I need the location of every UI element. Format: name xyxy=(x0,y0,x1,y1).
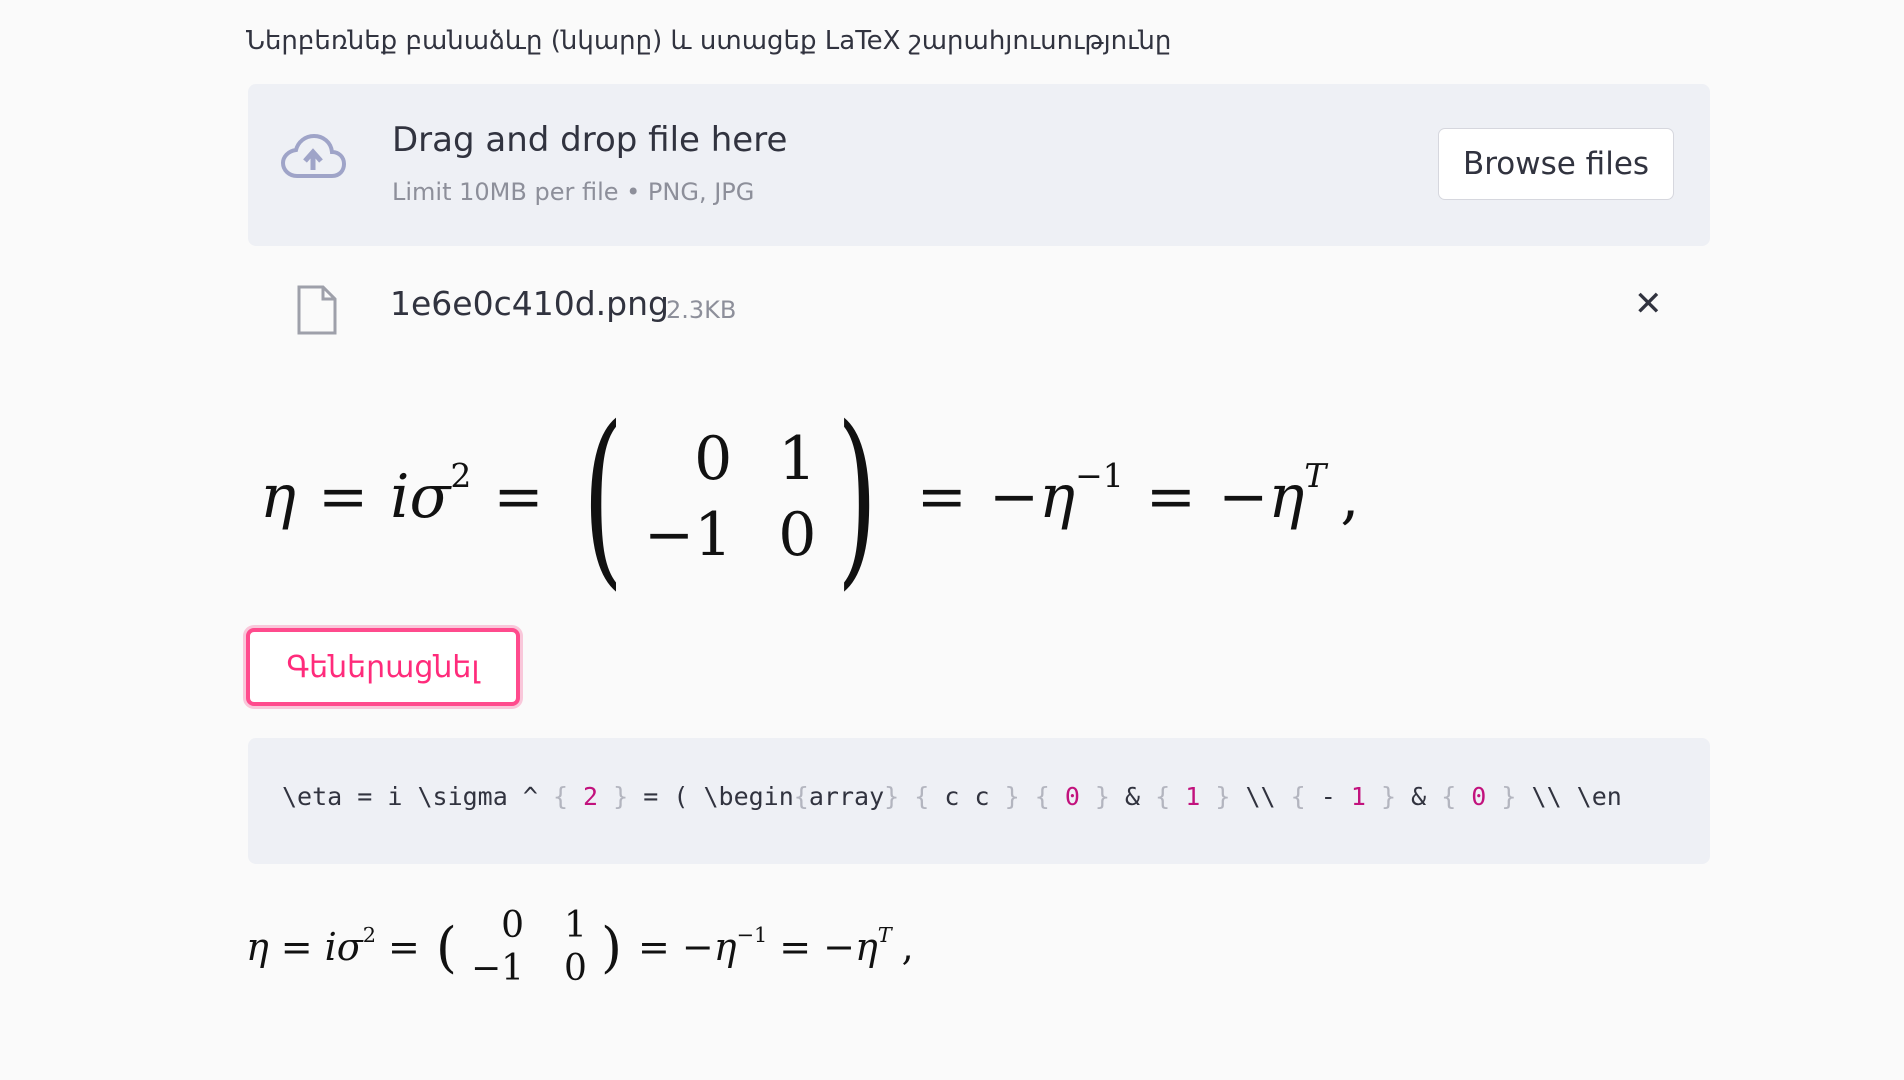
formula-transpose-exp: T xyxy=(877,923,892,947)
formula-equals: = xyxy=(388,925,420,969)
generate-button[interactable]: Գեներացնել xyxy=(246,628,520,706)
cloud-upload-icon xyxy=(280,133,346,178)
dropzone-subtitle: Limit 10MB per file • PNG, JPG xyxy=(392,178,755,206)
formula-eta: η xyxy=(246,925,269,969)
formula-matrix: 0 1 −1 0 xyxy=(644,424,817,570)
file-dropzone[interactable]: Drag and drop file here Limit 10MB per f… xyxy=(248,84,1710,246)
formula-eta: η xyxy=(260,462,296,532)
uploader-label: Ներբեռնեք բանաձևը (նկարը) և ստացեք LaTeX… xyxy=(246,26,1172,56)
formula-equals: = xyxy=(916,462,967,532)
formula-sigma: σ xyxy=(409,462,451,532)
matrix-cell: 0 xyxy=(501,905,525,946)
formula-comma: , xyxy=(901,925,914,969)
file-icon xyxy=(297,285,337,335)
latex-code: \eta = i \sigma ^ { 2 } = ( \begin{array… xyxy=(282,782,1622,811)
formula-minus-eta: −η xyxy=(988,462,1076,532)
rendered-formula: η = iσ2 = ( 0 1 −1 0 ) = −η −1 = −η T , xyxy=(246,892,914,1002)
matrix-cell: 0 xyxy=(564,948,587,989)
formula-inverse-exp: −1 xyxy=(736,923,768,947)
matrix-cell: 0 xyxy=(778,500,817,570)
file-name: 1e6e0c410d.png xyxy=(390,284,669,323)
formula-sigma: σ xyxy=(336,925,363,969)
formula-equals: = xyxy=(1145,462,1197,532)
formula-image: η = iσ2 = ( 0 1 −1 0 ) = −η −1 = −η T , xyxy=(260,402,1359,592)
matrix-cell: 0 xyxy=(694,424,733,494)
browse-files-button[interactable]: Browse files xyxy=(1438,128,1674,200)
formula-equals: = xyxy=(280,925,313,969)
file-size: 2.3KB xyxy=(666,296,737,324)
formula-equals: = xyxy=(779,925,812,969)
formula-left-paren: ( xyxy=(435,915,457,979)
formula-matrix: 0 1 −1 0 xyxy=(471,905,587,989)
close-icon[interactable]: ✕ xyxy=(1634,284,1663,324)
formula-comma: , xyxy=(1340,462,1360,532)
formula-transpose-exp: T xyxy=(1304,455,1327,495)
formula-sigma-exp: 2 xyxy=(450,455,472,495)
formula-sigma-exp: 2 xyxy=(362,923,377,947)
formula-minus-eta: −η xyxy=(1218,462,1305,532)
uploaded-file-row: 1e6e0c410d.png 2.3KB ✕ xyxy=(246,272,1710,342)
matrix-cell: −1 xyxy=(643,500,733,570)
latex-code-block[interactable]: \eta = i \sigma ^ { 2 } = ( \begin{array… xyxy=(248,738,1710,864)
dropzone-title: Drag and drop file here xyxy=(392,120,788,160)
formula-left-paren: ( xyxy=(582,386,624,607)
formula-inverse-exp: −1 xyxy=(1075,455,1124,495)
matrix-cell: 1 xyxy=(564,905,587,946)
formula-right-paren: ) xyxy=(600,915,623,979)
matrix-cell: 1 xyxy=(778,424,817,494)
formula-minus-eta: −η xyxy=(681,925,737,969)
formula-i: i xyxy=(324,925,337,969)
formula-equals: = xyxy=(638,925,670,969)
matrix-cell: −1 xyxy=(470,948,525,989)
formula-minus-eta: −η xyxy=(823,925,878,969)
formula-equals: = xyxy=(317,462,369,532)
formula-i: i xyxy=(390,462,410,532)
formula-right-paren: ) xyxy=(837,386,878,607)
formula-equals: = xyxy=(493,462,544,532)
